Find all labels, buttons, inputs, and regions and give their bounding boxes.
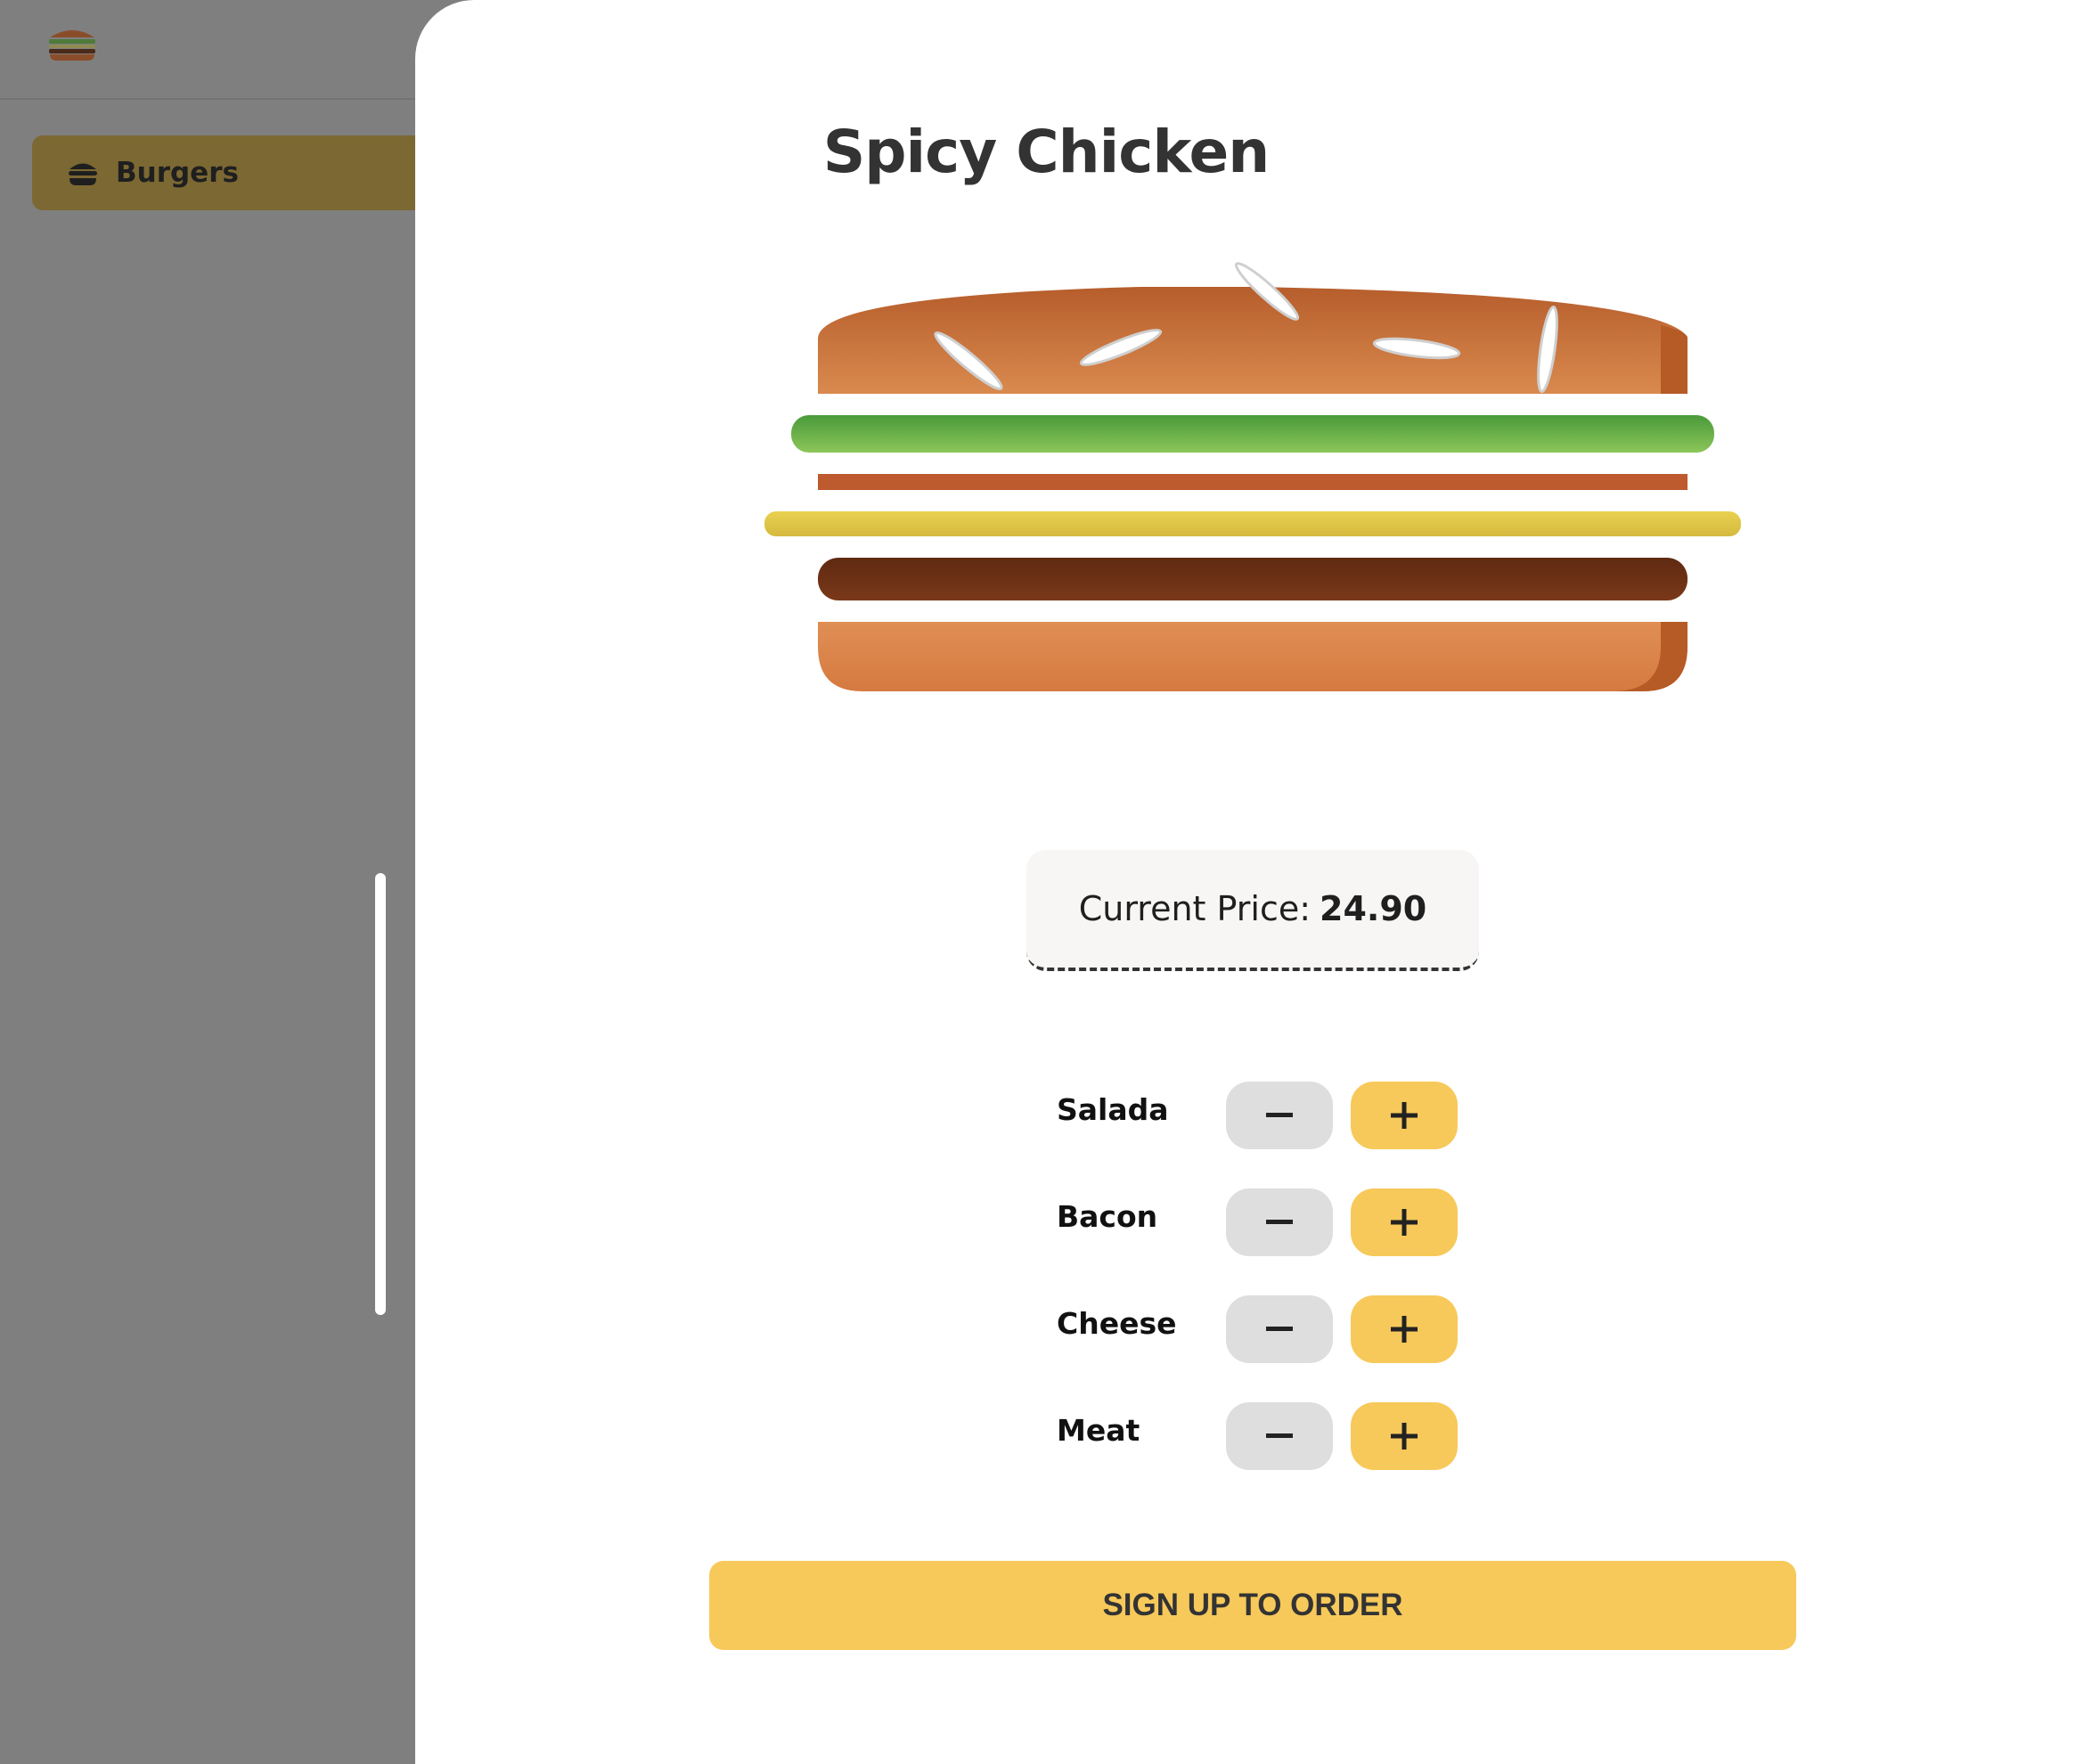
burger-logo-icon[interactable]: [46, 23, 98, 61]
minus-icon: [1266, 1327, 1293, 1331]
remove-cheese-button[interactable]: [1226, 1295, 1333, 1363]
ingredient-row-salada: Salada: [1057, 1082, 1458, 1151]
minus-icon: [1266, 1220, 1293, 1224]
add-salada-button[interactable]: [1351, 1082, 1458, 1149]
price-display: Current Price: 24.90: [1026, 850, 1479, 971]
remove-bacon-button[interactable]: [1226, 1188, 1333, 1256]
ingredient-label: Cheese: [1057, 1306, 1177, 1341]
ingredient-row-bacon: Bacon: [1057, 1188, 1458, 1258]
price-label: Current Price:: [1078, 889, 1312, 928]
ingredient-label: Bacon: [1057, 1199, 1158, 1234]
order-button[interactable]: SIGN UP TO ORDER: [709, 1561, 1796, 1650]
ingredient-row-cheese: Cheese: [1057, 1295, 1458, 1365]
plus-icon: [1391, 1316, 1418, 1343]
remove-salada-button[interactable]: [1226, 1082, 1333, 1149]
plus-icon: [1391, 1423, 1418, 1450]
plus-icon: [1391, 1102, 1418, 1129]
minus-icon: [1266, 1113, 1293, 1117]
ingredient-label: Salada: [1057, 1092, 1169, 1127]
plus-icon: [1391, 1209, 1418, 1236]
minus-icon: [1266, 1433, 1293, 1438]
sidebar-header: [0, 0, 419, 100]
page-title: Spicy Chicken: [822, 118, 1271, 186]
price-value: 24.90: [1320, 889, 1427, 928]
add-cheese-button[interactable]: [1351, 1295, 1458, 1363]
remove-meat-button[interactable]: [1226, 1402, 1333, 1470]
ingredient-row-meat: Meat: [1057, 1402, 1458, 1472]
ingredient-label: Meat: [1057, 1413, 1140, 1448]
add-meat-button[interactable]: [1351, 1402, 1458, 1470]
scrollbar-thumb[interactable]: [375, 873, 386, 1315]
add-bacon-button[interactable]: [1351, 1188, 1458, 1256]
